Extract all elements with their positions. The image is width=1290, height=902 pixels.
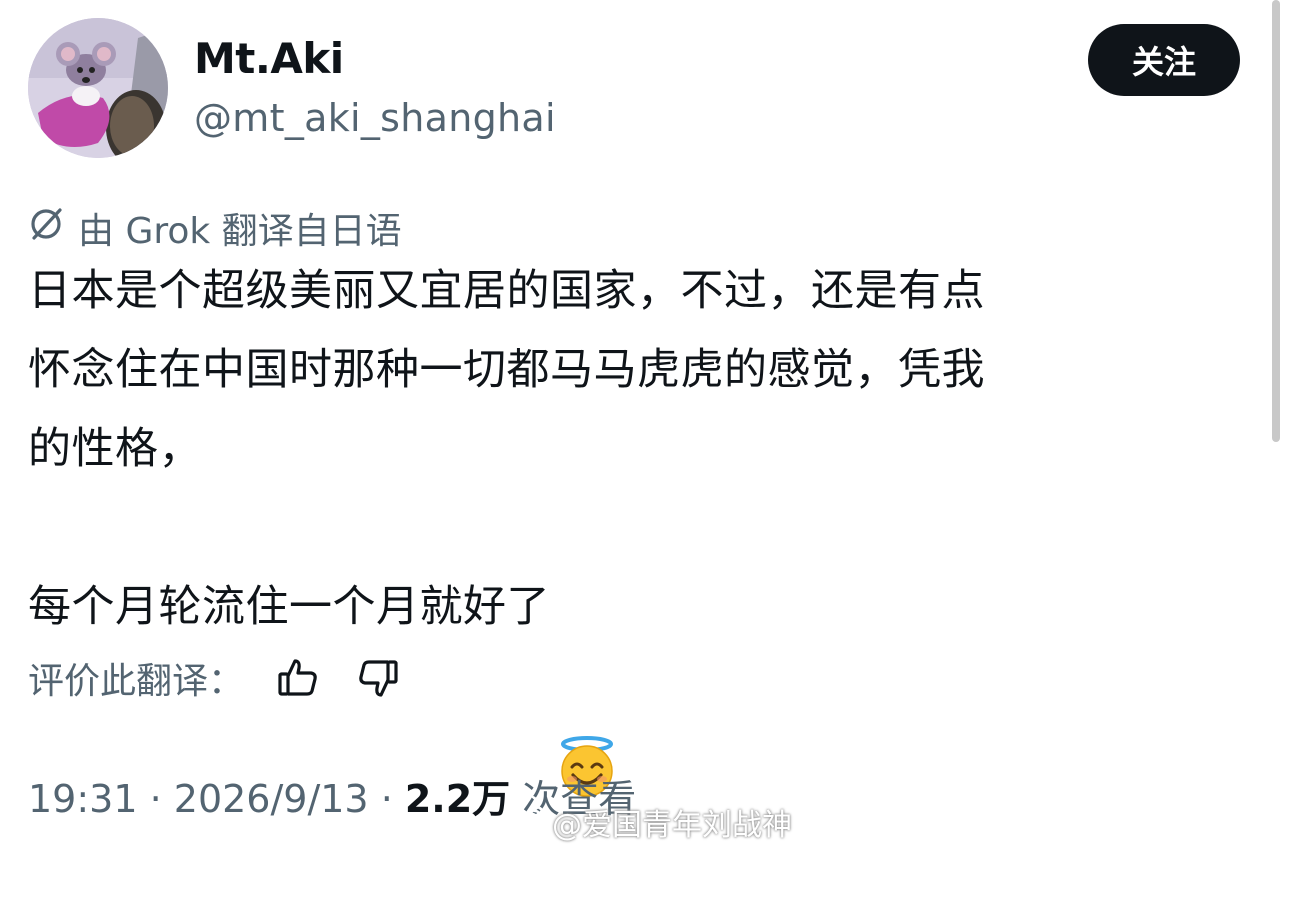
follow-button[interactable]: 关注 <box>1088 24 1240 96</box>
author-display-name[interactable]: Mt.Aki <box>194 34 344 83</box>
translation-note: 由 Grok 翻译自日语 <box>28 202 402 254</box>
tweet-line: 怀念住在中国时那种一切都马马虎虎的感觉，凭我 <box>28 345 985 395</box>
avatar[interactable] <box>28 18 168 158</box>
thumbs-down-icon[interactable] <box>352 654 404 702</box>
rate-translation-label: 评价此翻译： <box>28 661 245 702</box>
tweet-line: 的性格， <box>28 424 202 474</box>
translation-note-text: 由 Grok 翻译自日语 <box>78 211 402 252</box>
halo-emoji-icon <box>556 577 618 797</box>
weibo-logo-icon <box>512 803 546 841</box>
watermark: @爱国青年刘战神 <box>512 800 792 844</box>
tweet-date[interactable]: 2026/9/13 <box>174 777 369 821</box>
views-count: 2.2万 <box>404 777 511 821</box>
author-handle[interactable]: @mt_aki_shanghai <box>194 96 556 140</box>
rate-translation-row: 评价此翻译： <box>28 654 404 702</box>
meta-separator: · <box>137 777 174 821</box>
tweet-text: 日本是个超级美丽又宜居的国家，不过，还是有点 怀念住在中国时那种一切都马马虎虎的感… <box>28 252 1240 797</box>
scrollbar[interactable] <box>1272 0 1280 442</box>
tweet-line: 日本是个超级美丽又宜居的国家，不过，还是有点 <box>28 266 985 316</box>
watermark-text: @爱国青年刘战神 <box>552 808 792 843</box>
tweet-time[interactable]: 19:31 <box>28 777 138 821</box>
thumbs-up-icon[interactable] <box>272 654 324 702</box>
meta-separator: · <box>368 777 405 821</box>
grok-icon <box>28 206 64 251</box>
tweet-line: 每个月轮流住一个月就好了 <box>28 582 550 632</box>
